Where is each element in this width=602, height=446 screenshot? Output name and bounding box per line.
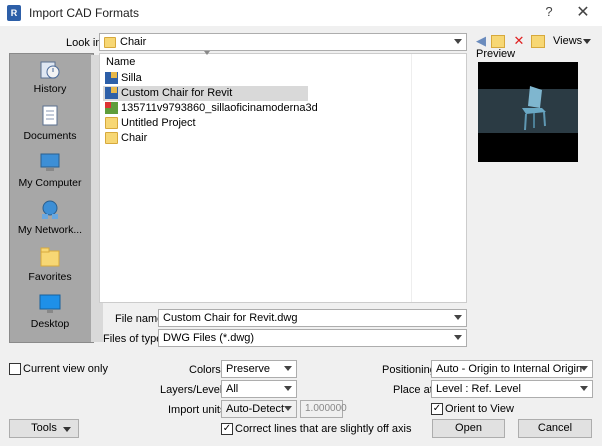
chevron-down-icon [454,39,462,44]
new-folder-icon[interactable] [531,35,545,48]
back-arrow-icon[interactable]: ◀ [473,33,489,49]
views-menu-button[interactable]: Views [553,35,591,47]
file-type-value: DWG Files (*.dwg) [163,332,255,344]
cancel-label: Cancel [537,422,573,434]
close-button[interactable]: ✕ [572,2,594,24]
up-folder-icon[interactable] [491,35,505,48]
cancel-button[interactable]: Cancel [518,419,592,438]
list-item-selected[interactable]: Custom Chair for Revit [103,86,308,101]
tools-label: Tools [31,422,57,434]
folder-icon [105,132,118,144]
file-name: Custom Chair for Revit [121,87,233,99]
current-view-only-label: Current view only [23,363,108,375]
revit-file-icon [105,87,118,99]
chevron-down-icon [284,386,292,391]
chevron-down-icon [284,406,292,411]
place-history[interactable]: History [10,56,90,102]
import-units-value: Auto-Detect [226,403,285,415]
folder-icon [104,37,116,48]
open-label: Open [455,422,482,434]
colors-label: Colors: [189,364,224,376]
views-label: Views [553,35,583,47]
place-label: Desktop [30,318,70,330]
history-icon [40,61,60,79]
delete-icon[interactable]: ✕ [511,33,527,49]
units-factor-field: 1.000000 [300,400,347,418]
list-item[interactable]: Untitled Project [103,116,308,131]
desktop-icon [39,294,61,313]
correct-lines-label: Correct lines that are slightly off axis [235,423,412,435]
title-bar: R Import CAD Formats ? ✕ [0,0,602,26]
cad-file-icon [105,102,118,114]
chevron-down-icon [454,335,462,340]
file-name-value: Custom Chair for Revit.dwg [163,312,298,324]
file-name: Untitled Project [121,117,196,129]
look-in-value: Chair [120,36,147,48]
tools-button[interactable]: Tools [9,419,79,438]
place-label: My Computer [18,177,82,189]
chevron-down-icon [63,427,71,432]
preview-label: Preview [476,48,516,60]
help-button[interactable]: ? [540,4,558,22]
chevron-down-icon [284,366,292,371]
place-desktop[interactable]: Desktop [10,291,90,337]
places-bar: History Documents My Computer My Network… [9,53,103,343]
chair-thumbnail-image [522,86,546,131]
list-item[interactable]: 135711v9793860_sillaoficinamoderna3d [103,101,343,116]
colors-value: Preserve [226,363,271,375]
orient-to-view-label: Orient to View [445,403,514,415]
chevron-down-icon [580,386,588,391]
chevron-down-icon [580,366,588,371]
column-separator [411,54,412,302]
file-type-label: Files of type: [103,333,166,345]
place-documents[interactable]: Documents [10,103,90,149]
favorites-icon [40,247,60,267]
window-title: Import CAD Formats [29,6,140,20]
layers-combo[interactable]: All [221,380,297,398]
orient-to-view-checkbox[interactable]: ✓ [431,403,443,415]
documents-icon [42,105,58,126]
sort-indicator-icon [204,51,210,55]
place-favorites[interactable]: Favorites [10,244,90,290]
import-units-combo[interactable]: Auto-Detect [221,400,297,418]
positioning-value: Auto - Origin to Internal Origin [436,363,583,375]
correct-lines-checkbox[interactable]: ✓ [221,423,233,435]
revit-file-icon [105,72,118,84]
units-factor-value: 1.000000 [305,403,347,414]
file-list[interactable]: Name Silla Custom Chair for Revit 135711… [99,51,467,303]
colors-combo[interactable]: Preserve [221,360,297,378]
place-label: Documents [23,130,77,142]
column-header-name[interactable]: Name [106,56,135,68]
revit-app-icon: R [7,5,21,21]
file-name: 135711v9793860_sillaoficinamoderna3d [121,102,318,114]
computer-icon [40,153,60,171]
place-at-value: Level : Ref. Level [436,383,521,395]
list-item[interactable]: Silla [103,71,308,86]
network-icon [42,200,58,219]
layers-value: All [226,383,239,395]
place-at-label: Place at: [393,384,436,396]
import-units-label: Import units: [168,404,229,416]
chevron-down-icon [583,39,591,44]
place-label: My Network... [17,224,83,236]
file-name: Chair [121,132,148,144]
place-my-network[interactable]: My Network... [10,197,90,243]
list-item[interactable]: Chair [103,131,308,146]
file-name: Silla [121,72,142,84]
preview-pane [478,62,578,162]
positioning-combo[interactable]: Auto - Origin to Internal Origin [431,360,593,378]
place-my-computer[interactable]: My Computer [10,150,90,196]
chevron-down-icon [454,315,462,320]
current-view-only-checkbox[interactable] [9,363,21,375]
folder-icon [105,117,118,129]
place-label: History [33,83,67,95]
place-label: Favorites [28,271,72,283]
file-type-combo[interactable]: DWG Files (*.dwg) [158,329,467,347]
open-button[interactable]: Open [432,419,505,438]
file-name-combo[interactable]: Custom Chair for Revit.dwg [158,309,467,327]
place-at-combo[interactable]: Level : Ref. Level [431,380,593,398]
look-in-combo[interactable]: Chair [99,33,467,51]
